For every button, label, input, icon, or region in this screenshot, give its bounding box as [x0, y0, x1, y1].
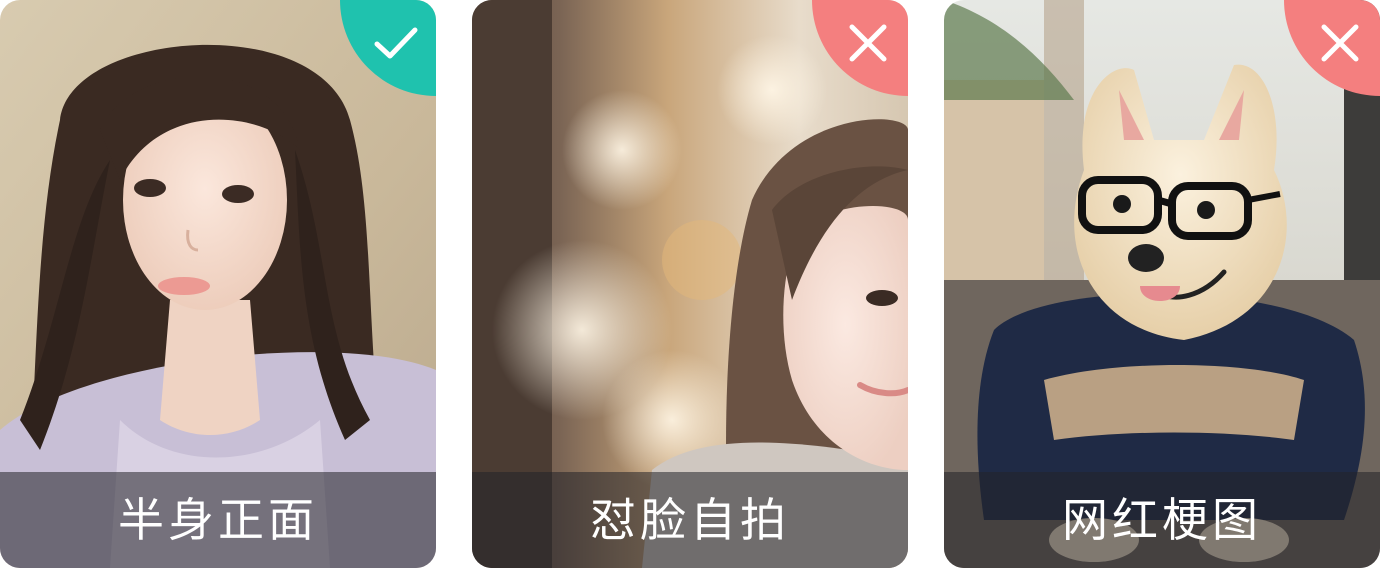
- example-card-half-body: 半身正面: [0, 0, 436, 568]
- caption-bar: 网红梗图: [944, 472, 1380, 568]
- caption-bar: 半身正面: [0, 472, 436, 568]
- card-caption: 网红梗图: [1062, 493, 1262, 547]
- cross-icon: [849, 24, 887, 62]
- cross-icon: [1321, 24, 1359, 62]
- example-card-meme-image: 网红梗图: [944, 0, 1380, 568]
- check-icon: [374, 27, 418, 59]
- card-caption: 怼脸自拍: [590, 493, 790, 547]
- caption-bar: 怼脸自拍: [472, 472, 908, 568]
- card-caption: 半身正面: [118, 493, 318, 547]
- example-card-closeup-selfie: 怼脸自拍: [472, 0, 908, 568]
